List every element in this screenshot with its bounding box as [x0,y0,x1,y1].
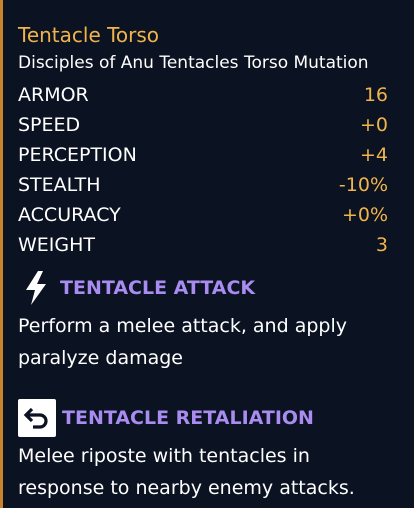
stat-row-perception: PERCEPTION +4 [18,140,388,170]
item-title: Tentacle Torso [18,23,160,47]
stat-row-accuracy: ACCURACY +0% [18,200,388,230]
stat-row-armor: ARMOR 16 [18,80,388,110]
ability-description: Perform a melee attack, and apply paraly… [18,315,347,369]
stat-name: WEIGHT [18,234,96,256]
lightning-icon [18,270,54,306]
ability-tentacle-attack: TENTACLE ATTACK Perform a melee attack, … [18,270,388,374]
item-tooltip: Tentacle Torso Disciples of Anu Tentacle… [0,0,414,508]
stat-row-stealth: STEALTH -10% [18,170,388,200]
stat-value: -10% [338,174,388,196]
ability-header: TENTACLE ATTACK [18,270,388,306]
stat-value: +4 [359,144,388,166]
stat-name: STEALTH [18,174,101,196]
ability-tentacle-retaliation: TENTACLE RETALIATION Melee riposte with … [18,399,388,504]
ability-description: Melee riposte with tentacles in response… [18,445,355,499]
stat-value: +0% [341,204,388,226]
ability-name: TENTACLE RETALIATION [62,407,314,429]
ability-name: TENTACLE ATTACK [60,277,256,299]
stat-row-speed: SPEED +0 [18,110,388,140]
stats-list: ARMOR 16 SPEED +0 PERCEPTION +4 STEALTH … [18,80,388,260]
item-subtitle: Disciples of Anu Tentacles Torso Mutatio… [18,53,369,73]
stat-row-weight: WEIGHT 3 [18,230,388,260]
stat-name: SPEED [18,114,81,136]
stat-name: PERCEPTION [18,144,137,166]
stat-value: 3 [375,234,388,256]
return-arrow-icon [18,399,56,437]
stat-value: +0 [359,114,388,136]
stat-name: ARMOR [18,84,89,106]
stat-value: 16 [363,84,388,106]
ability-header: TENTACLE RETALIATION [18,399,388,437]
stat-name: ACCURACY [18,204,121,226]
